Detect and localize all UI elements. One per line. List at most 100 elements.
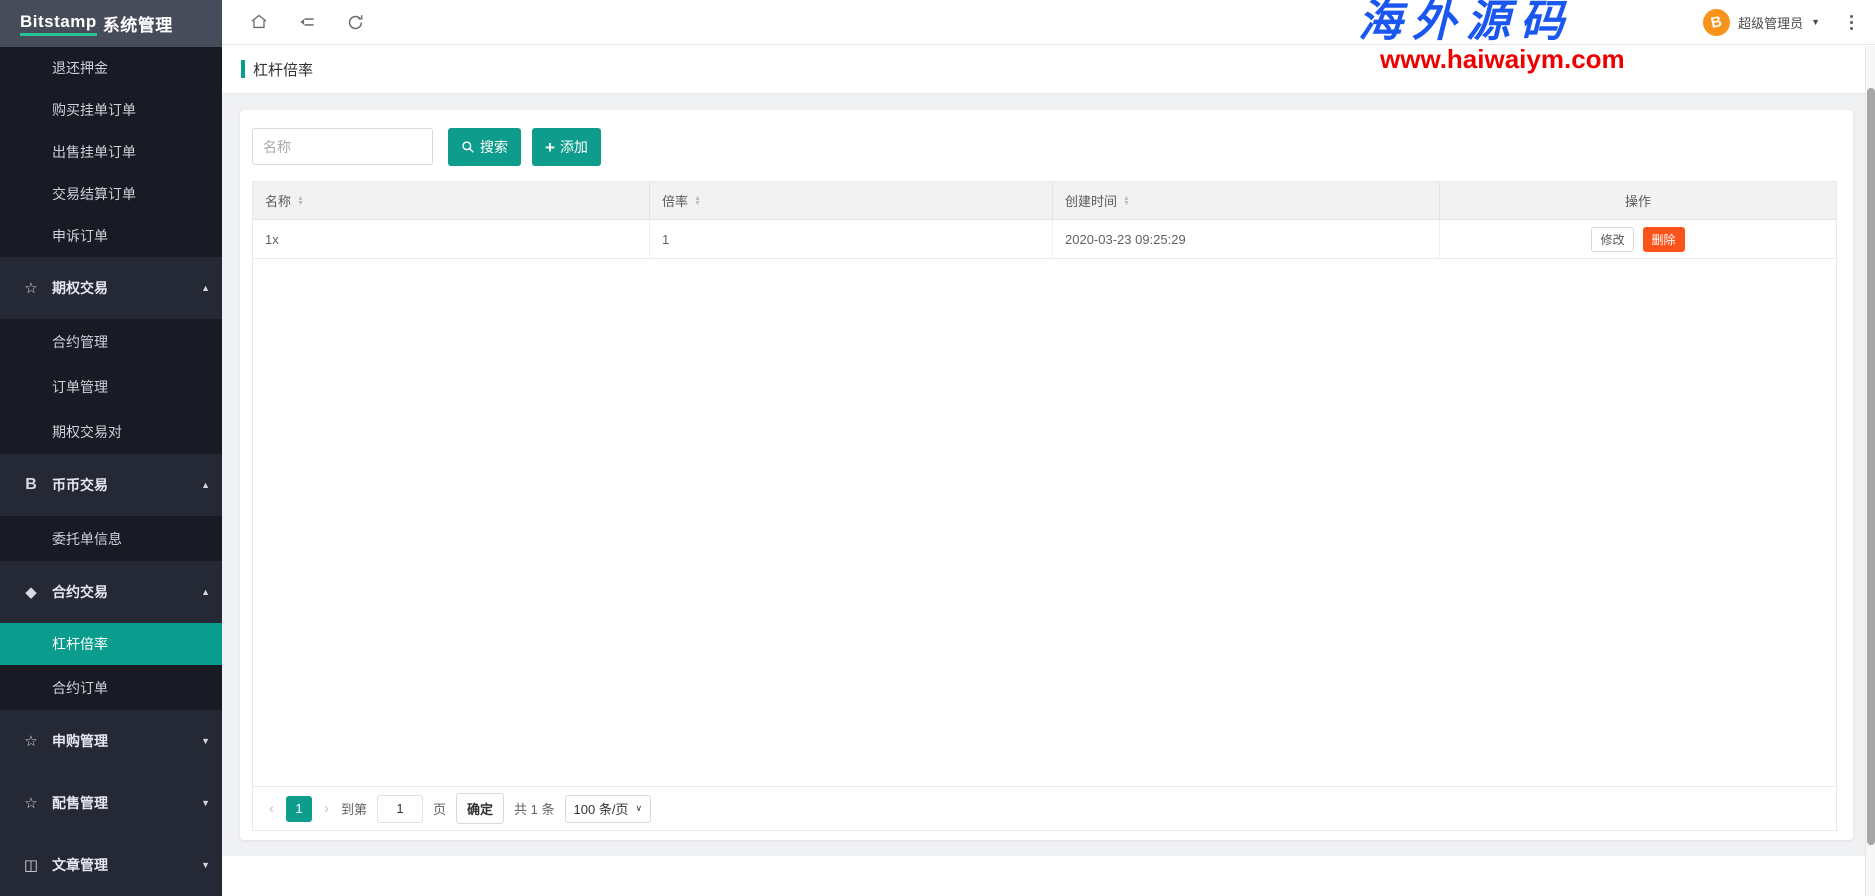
table-header: 名称 ▲▼ 倍率 ▲▼ 创建时间 ▲▼ 操作 <box>253 182 1836 220</box>
sidebar-item-label: 文章管理 <box>52 855 108 875</box>
sidebar-item-section-9[interactable]: B 币币交易 ▲ <box>0 454 222 516</box>
sidebar-item-13[interactable]: 合约订单 <box>0 665 222 710</box>
sidebar-item-4[interactable]: 申诉订单 <box>0 215 222 257</box>
sidebar-item-8[interactable]: 期权交易对 <box>0 409 222 454</box>
refresh-icon[interactable] <box>344 11 366 33</box>
page-number-button[interactable]: 1 <box>286 796 312 822</box>
home-icon[interactable] <box>248 11 270 33</box>
chevron-down-icon: ▼ <box>201 736 210 746</box>
search-button[interactable]: 搜索 <box>448 128 521 166</box>
sidebar-item-2[interactable]: 出售挂单订单 <box>0 131 222 173</box>
column-header-0[interactable]: 名称 ▲▼ <box>253 182 650 219</box>
chevron-up-icon: ▲ <box>201 587 210 597</box>
confirm-button[interactable]: 确定 <box>456 793 504 824</box>
table-actions-cell: 修改删除 <box>1440 220 1836 258</box>
column-header-label: 名称 <box>265 191 291 210</box>
chevron-up-icon: ▲ <box>201 480 210 490</box>
collapse-sidebar-icon[interactable] <box>296 11 318 33</box>
sidebar-item-label: 出售挂单订单 <box>52 142 136 162</box>
sidebar-item-10[interactable]: 委托单信息 <box>0 516 222 561</box>
goto-page-input[interactable] <box>377 795 423 823</box>
brand-logo: Bitstamp <box>20 12 97 36</box>
search-icon <box>461 140 475 154</box>
sidebar-item-12[interactable]: 杠杆倍率 <box>0 623 222 665</box>
column-header-3: 操作 <box>1440 182 1836 219</box>
content-card: 搜索 + 添加 名称▲▼倍率▲▼创建时间▲▼操作 1x12020-03-23 0… <box>240 110 1853 840</box>
goto-prefix-label: 到第 <box>341 799 367 818</box>
user-menu[interactable]: B 超级管理员 ▼ <box>1703 9 1820 36</box>
sidebar-item-label: 退还押金 <box>52 58 108 78</box>
sidebar-item-label: 杠杆倍率 <box>52 634 108 654</box>
chevron-down-icon: ▼ <box>201 860 210 870</box>
sidebar-item-label: 币币交易 <box>52 475 108 495</box>
table-row: 1x12020-03-23 09:25:29修改删除 <box>253 220 1836 259</box>
chevron-down-icon: ∨ <box>635 803 642 814</box>
sidebar-item-label: 期权交易 <box>52 278 108 298</box>
app-title: Bitstamp 系统管理 <box>0 0 222 47</box>
chevron-down-icon: ▼ <box>1811 17 1820 27</box>
sidebar-item-6[interactable]: 合约管理 <box>0 319 222 364</box>
sidebar-item-label: 申诉订单 <box>52 226 108 246</box>
book-icon: ◫ <box>20 856 42 874</box>
add-button[interactable]: + 添加 <box>532 128 601 166</box>
sidebar-item-section-15[interactable]: ☆ 配售管理 ▼ <box>0 772 222 834</box>
total-count-label: 共 1 条 <box>514 799 554 818</box>
pagination: ‹ 1 › 到第 页 确定 共 1 条 100 条/页 ∨ <box>253 786 1836 830</box>
sidebar-item-3[interactable]: 交易结算订单 <box>0 173 222 215</box>
content-area: 搜索 + 添加 名称▲▼倍率▲▼创建时间▲▼操作 1x12020-03-23 0… <box>222 94 1866 856</box>
sidebar-nav: 退还押金购买挂单订单出售挂单订单交易结算订单申诉订单 ☆ 期权交易 ▲ 合约管理订单管理… <box>0 47 222 896</box>
sort-icon: ▲▼ <box>1123 196 1130 206</box>
topbar: B 超级管理员 ▼ <box>222 0 1875 45</box>
scrollbar-thumb[interactable] <box>1867 88 1875 845</box>
star-icon: ☆ <box>20 732 42 750</box>
search-input[interactable] <box>252 128 433 165</box>
sidebar-item-label: 合约订单 <box>52 678 108 698</box>
data-table: 名称▲▼倍率▲▼创建时间▲▼操作 1x12020-03-23 09:25:29修… <box>252 181 1837 831</box>
sidebar-item-section-5[interactable]: ☆ 期权交易 ▲ <box>0 257 222 319</box>
delete-button[interactable]: 删除 <box>1643 227 1685 252</box>
brand-suffix: 系统管理 <box>103 11 173 36</box>
sidebar-item-label: 合约管理 <box>52 332 108 352</box>
page-scrollbar <box>1865 46 1875 896</box>
sidebar-item-0[interactable]: 退还押金 <box>0 47 222 89</box>
gem-icon: ◆ <box>20 583 42 601</box>
letter-b-icon: B <box>20 476 42 494</box>
sidebar-item-section-14[interactable]: ☆ 申购管理 ▼ <box>0 710 222 772</box>
column-header-label: 操作 <box>1625 191 1651 210</box>
star-icon: ☆ <box>20 794 42 812</box>
table-cell: 1x <box>253 220 650 258</box>
chevron-down-icon: ▼ <box>201 798 210 808</box>
prev-page-icon[interactable]: ‹ <box>267 800 276 817</box>
table-cell: 2020-03-23 09:25:29 <box>1053 220 1440 258</box>
plus-icon: + <box>545 139 555 156</box>
table-cell: 1 <box>650 220 1053 258</box>
next-page-icon[interactable]: › <box>322 800 331 817</box>
bitcoin-avatar-icon: B <box>1703 9 1730 36</box>
more-options-icon[interactable] <box>1846 11 1857 34</box>
goto-suffix-label: 页 <box>433 799 446 818</box>
sidebar-item-section-16[interactable]: ◫ 文章管理 ▼ <box>0 834 222 896</box>
column-header-label: 倍率 <box>662 191 688 210</box>
star-icon: ☆ <box>20 279 42 297</box>
sort-icon: ▲▼ <box>297 196 304 206</box>
sidebar-item-label: 委托单信息 <box>52 529 122 549</box>
title-accent-bar <box>241 60 245 78</box>
column-header-2[interactable]: 创建时间 ▲▼ <box>1053 182 1440 219</box>
sort-icon: ▲▼ <box>694 196 701 206</box>
page-title: 杠杆倍率 <box>253 59 313 80</box>
user-name: 超级管理员 <box>1738 13 1803 32</box>
sidebar-item-label: 订单管理 <box>52 377 108 397</box>
column-header-1[interactable]: 倍率 ▲▼ <box>650 182 1053 219</box>
column-header-label: 创建时间 <box>1065 191 1117 210</box>
sidebar-item-label: 配售管理 <box>52 793 108 813</box>
sidebar-item-label: 交易结算订单 <box>52 184 136 204</box>
sidebar-item-label: 申购管理 <box>52 731 108 751</box>
sidebar-item-1[interactable]: 购买挂单订单 <box>0 89 222 131</box>
sidebar-item-7[interactable]: 订单管理 <box>0 364 222 409</box>
sidebar-item-section-11[interactable]: ◆ 合约交易 ▲ <box>0 561 222 623</box>
chevron-up-icon: ▲ <box>201 283 210 293</box>
edit-button[interactable]: 修改 <box>1591 227 1633 252</box>
sidebar-item-label: 合约交易 <box>52 582 108 602</box>
table-body: 1x12020-03-23 09:25:29修改删除 <box>253 220 1836 259</box>
page-size-select[interactable]: 100 条/页 ∨ <box>565 795 652 823</box>
